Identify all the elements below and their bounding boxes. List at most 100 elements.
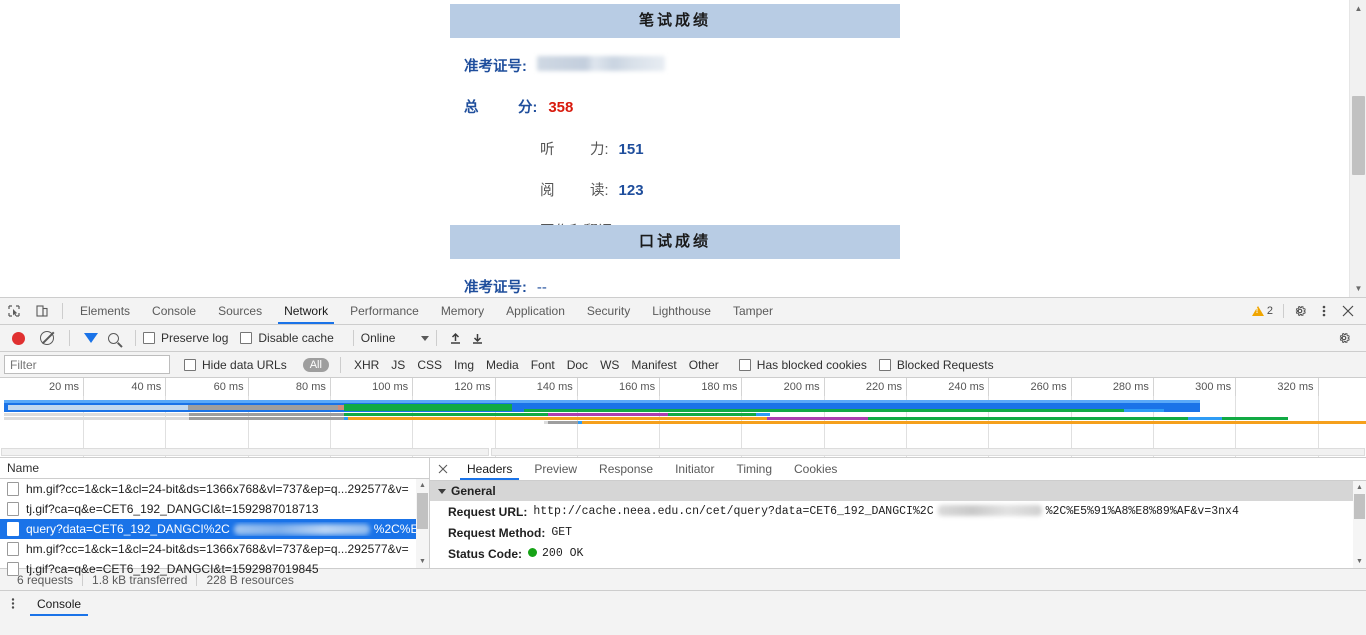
overview-scroll-segment[interactable] [491,448,1365,456]
details-scrollbar-thumb[interactable] [1354,494,1365,519]
disable-cache-box[interactable] [240,332,253,344]
details-scroll-up-icon[interactable]: ▲ [1353,481,1366,494]
tab-elements[interactable]: Elements [69,298,141,324]
collapse-triangle-icon[interactable] [438,488,446,494]
close-details-icon[interactable] [430,458,456,480]
search-icon[interactable] [108,332,119,344]
drawer-tab-console[interactable]: Console [26,591,92,616]
scroll-down-arrow-icon[interactable]: ▼ [1350,280,1366,297]
inspect-element-icon[interactable] [0,298,28,324]
disable-cache-checkbox[interactable]: Disable cache [240,331,334,345]
status-ok-dot-icon [528,548,538,557]
clear-requests-icon[interactable] [40,331,54,345]
filter-type-ws[interactable]: WS [594,358,625,372]
oral-ticket-row: 准考证号: -- [464,276,900,297]
overview-bar [868,417,1288,420]
request-row[interactable]: query?data=CET6_192_DANGCI%2C%2C%E5%91%A… [0,519,429,539]
filter-type-js[interactable]: JS [385,358,411,372]
request-column-header-name[interactable]: Name [0,458,429,479]
timeline-tick-label: 280 ms [1072,378,1154,396]
request-row[interactable]: hm.gif?cc=1&ck=1&cl=24-bit&ds=1366x768&v… [0,479,429,499]
preserve-log-checkbox[interactable]: Preserve log [143,331,228,345]
tab-sources[interactable]: Sources [207,298,273,324]
total-label-fen: 分: [518,100,538,116]
filter-type-css[interactable]: CSS [411,358,448,372]
export-har-icon[interactable] [466,332,488,345]
tab-network[interactable]: Network [273,298,339,324]
overview-bar [4,413,189,416]
blocked-requests-box[interactable] [878,358,891,371]
general-section-header[interactable]: General [430,481,1366,501]
has-blocked-cookies-checkbox[interactable]: Has blocked cookies [738,358,867,372]
filter-type-media[interactable]: Media [480,358,525,372]
tab-console[interactable]: Console [141,298,207,324]
general-row-key: Request URL: [448,504,528,519]
close-devtools-icon[interactable] [1336,299,1360,323]
record-button-icon[interactable] [12,331,25,345]
request-row[interactable]: hm.gif?cc=1&ck=1&cl=24-bit&ds=1366x768&v… [0,539,429,559]
details-tab-timing[interactable]: Timing [725,458,783,480]
filter-type-manifest[interactable]: Manifest [625,358,682,372]
devtools-panel: Elements Console Sources Network Perform… [0,297,1366,635]
network-settings-group [1332,326,1360,350]
request-row[interactable]: tj.gif?ca=q&e=CET6_192_DANGCI&t=15929870… [0,559,429,579]
filter-type-all[interactable]: All [302,357,329,372]
details-tab-response[interactable]: Response [588,458,664,480]
details-scroll-down-icon[interactable]: ▼ [1353,555,1366,568]
filter-type-xhr[interactable]: XHR [348,358,385,372]
request-name: tj.gif?ca=q&e=CET6_192_DANGCI&t=15929870… [26,562,319,576]
details-tab-initiator[interactable]: Initiator [664,458,725,480]
settings-gear-icon[interactable] [1288,299,1312,323]
hide-data-urls-checkbox[interactable]: Hide data URLs [184,358,287,372]
page-scrollbar[interactable]: ▲ ▼ [1349,0,1366,297]
details-tab-headers[interactable]: Headers [456,458,523,480]
details-scrollbar[interactable]: ▲ ▼ [1353,481,1366,568]
scroll-up-arrow-icon[interactable]: ▲ [1350,0,1366,17]
tab-application[interactable]: Application [495,298,576,324]
warning-badge[interactable]: 2 [1246,305,1279,317]
total-label-zong: 总 [464,100,479,116]
filter-funnel-icon[interactable] [84,333,98,343]
toggle-device-toolbar-icon[interactable] [28,298,56,324]
filter-divider [339,356,341,373]
request-row[interactable]: tj.gif?ca=q&e=CET6_192_DANGCI&t=15929870… [0,499,429,519]
request-scrollbar-thumb[interactable] [417,493,428,529]
overview-scroll-segment[interactable] [1,448,489,456]
tab-lighthouse[interactable]: Lighthouse [641,298,722,324]
import-har-icon[interactable] [444,332,466,345]
tab-security[interactable]: Security [576,298,641,324]
timeline-tick-label: 320 ms [1237,378,1319,396]
tab-memory[interactable]: Memory [430,298,495,324]
overview-horizontal-scrollbar[interactable] [0,448,1366,457]
disable-cache-label: Disable cache [258,331,334,345]
tab-tamper[interactable]: Tamper [722,298,784,324]
timeline-tick-label: 40 ms [84,378,167,396]
total-score-value: 358 [548,99,574,116]
more-options-kebab-icon[interactable] [1312,299,1336,323]
network-overview-timeline[interactable]: 20 ms 40 ms 60 ms 80 ms 100 ms 120 ms 140 ms 16… [0,378,1366,458]
tab-performance[interactable]: Performance [339,298,430,324]
request-list-scrollbar[interactable]: ▲ ▼ [416,479,429,568]
throttling-select[interactable]: Online [361,331,430,345]
request-scroll-down-icon[interactable]: ▼ [416,555,429,568]
filter-type-font[interactable]: Font [525,358,561,372]
details-tab-cookies[interactable]: Cookies [783,458,848,480]
has-blocked-cookies-box[interactable] [738,358,751,371]
filter-type-img[interactable]: Img [448,358,480,372]
reading-row: 阅 读: 123 [540,179,900,200]
blocked-requests-checkbox[interactable]: Blocked Requests [878,358,994,372]
overview-bar [8,405,188,410]
filter-type-doc[interactable]: Doc [561,358,594,372]
network-settings-gear-icon[interactable] [1332,326,1356,350]
drawer-kebab-icon[interactable] [0,591,26,616]
written-ticket-value-redacted [536,56,665,71]
preserve-log-box[interactable] [143,332,155,344]
filter-input[interactable] [4,355,170,374]
hide-data-urls-box[interactable] [184,358,196,371]
details-tab-preview[interactable]: Preview [523,458,588,480]
filter-type-other[interactable]: Other [683,358,725,372]
request-scroll-up-icon[interactable]: ▲ [416,479,429,492]
redacted-name-segment [233,524,370,536]
tabbar-divider [62,303,63,319]
page-scrollbar-thumb[interactable] [1352,96,1365,175]
